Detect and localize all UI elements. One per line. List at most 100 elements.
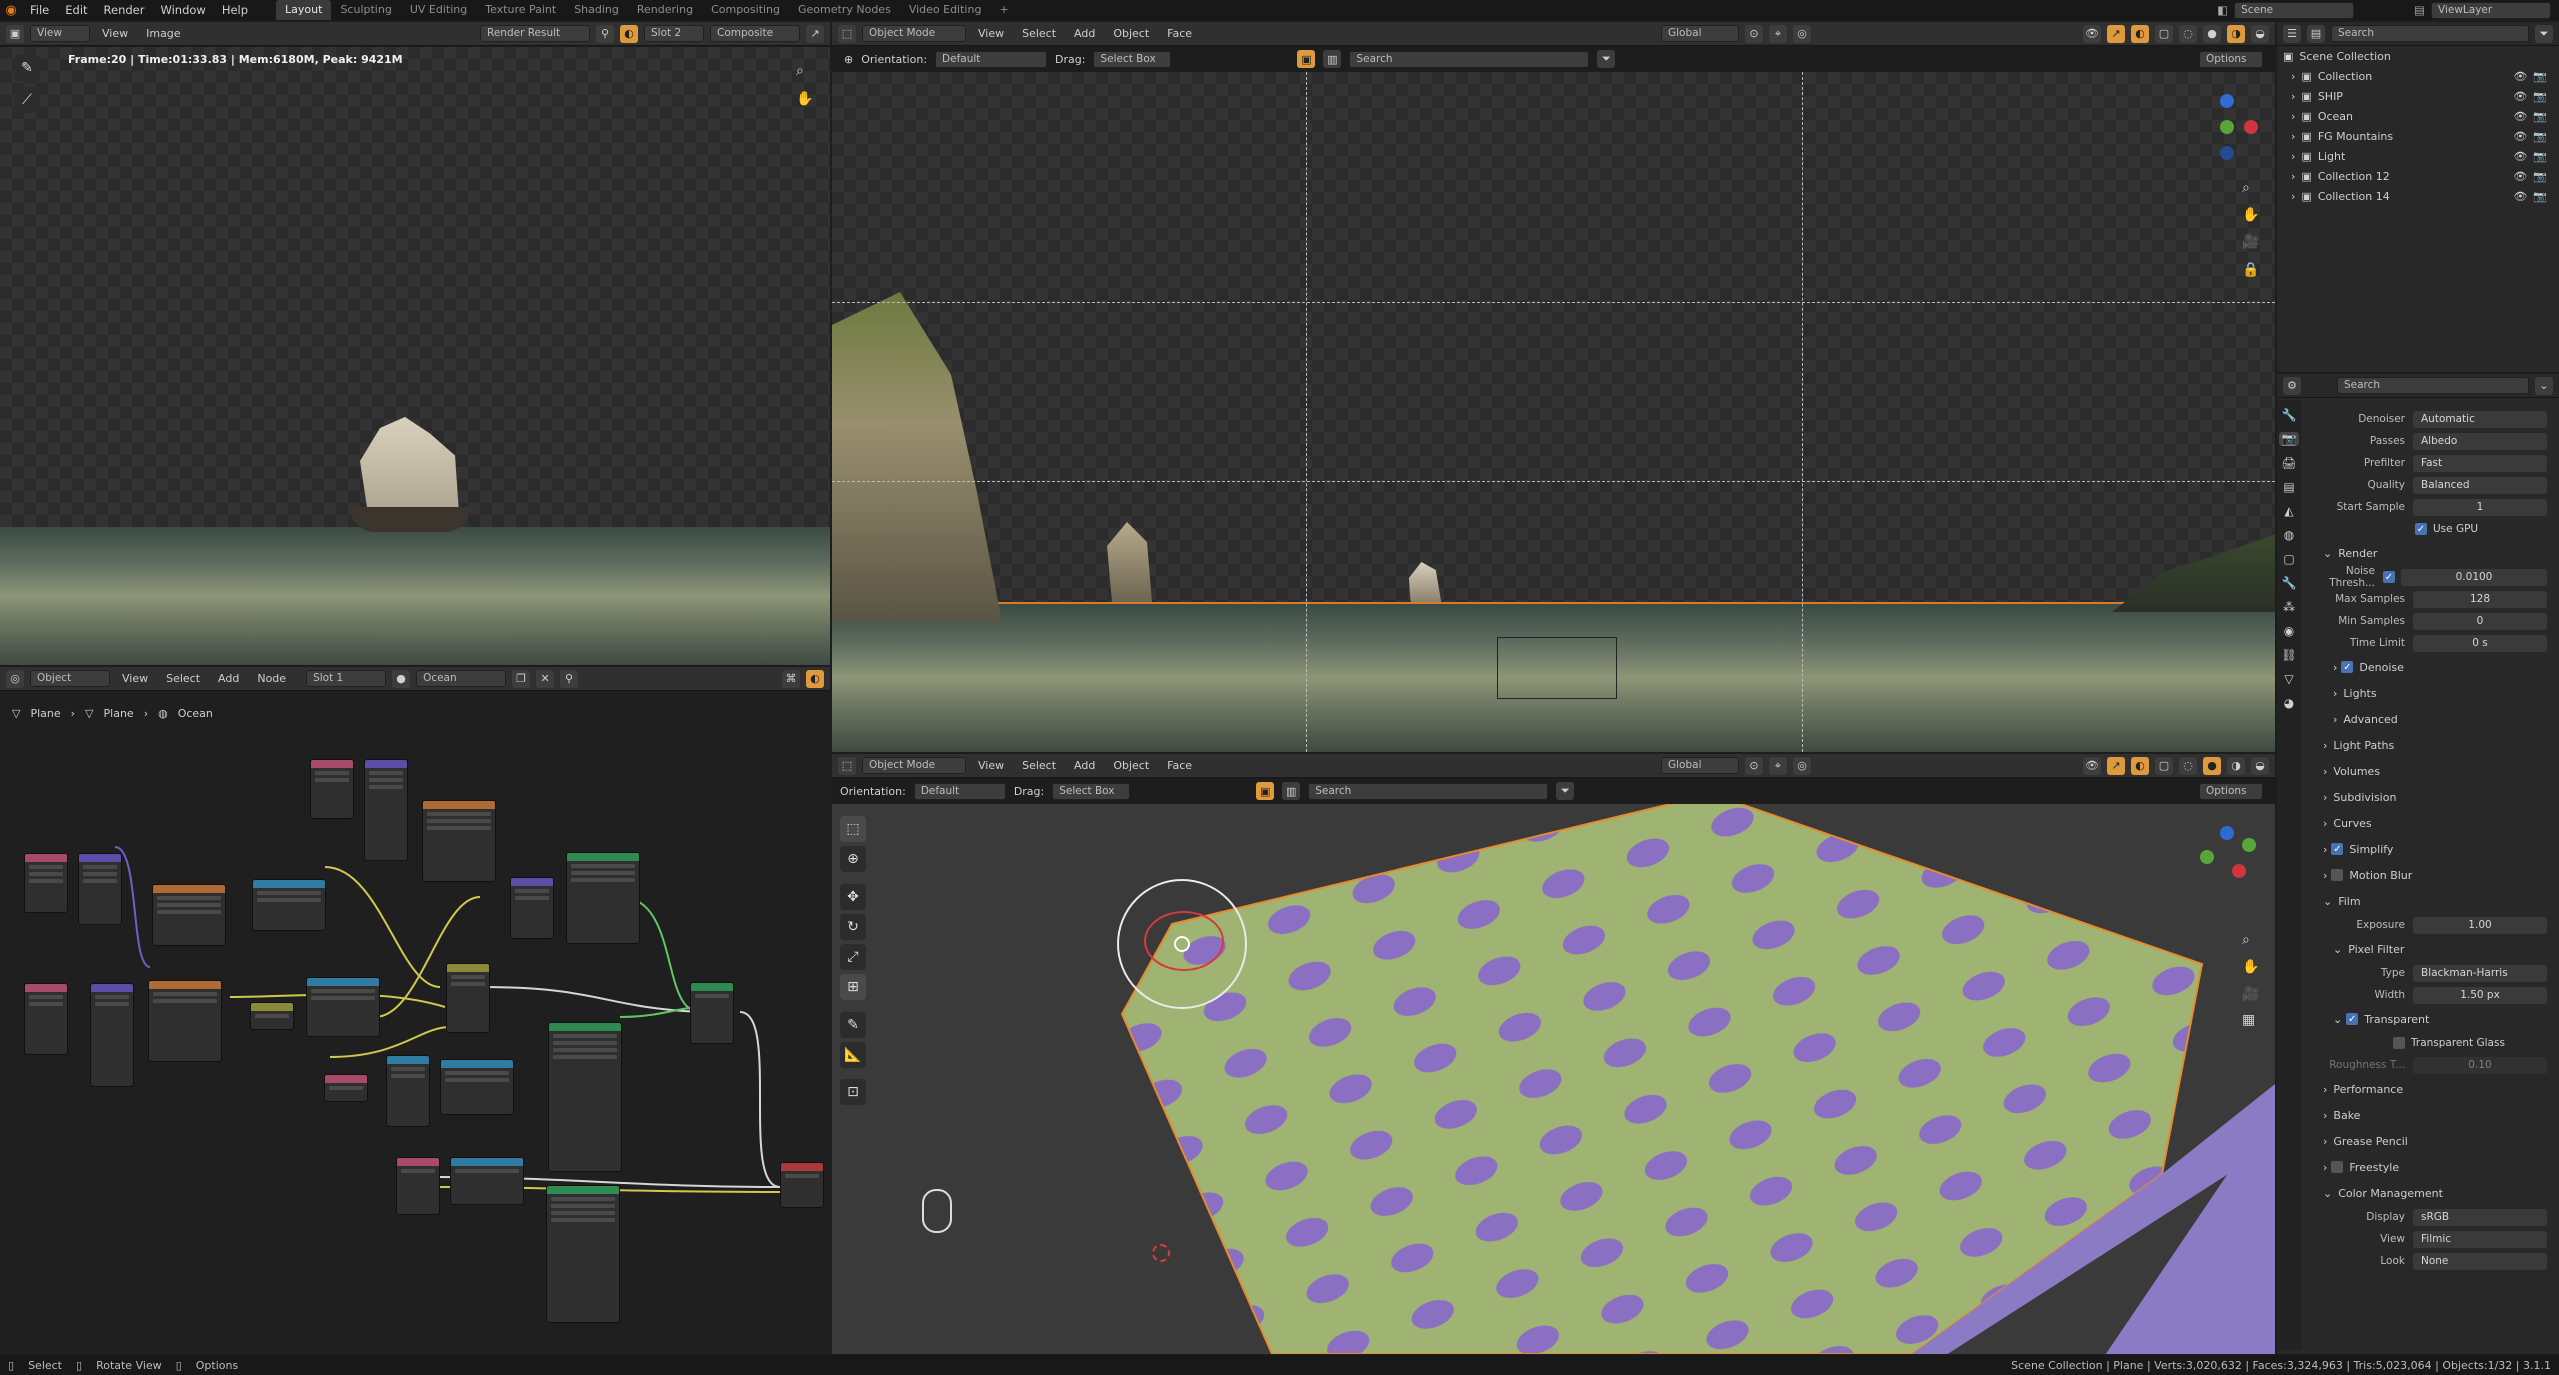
- passes-dropdown[interactable]: Albedo: [2413, 432, 2547, 450]
- transform-orientation[interactable]: Global: [1661, 757, 1739, 774]
- view-transform-dropdown[interactable]: Filmic: [2413, 1230, 2547, 1248]
- denoise-subpanel[interactable]: › ✓ Denoise: [2303, 654, 2559, 680]
- annotate-tool-icon[interactable]: ✎: [840, 1012, 866, 1038]
- selectability-icon[interactable]: ▣: [1297, 50, 1316, 68]
- camera-icon[interactable]: 📷: [2533, 150, 2547, 163]
- lock-camera-icon[interactable]: 🔒: [2242, 262, 2259, 278]
- scene-selector[interactable]: Scene: [2234, 1, 2355, 19]
- constraints-tab-icon[interactable]: ⛓: [2281, 648, 2296, 662]
- shader-node[interactable]: [364, 759, 408, 861]
- transform-gizmo[interactable]: [1117, 879, 1247, 1009]
- quality-dropdown[interactable]: Balanced: [2413, 476, 2547, 494]
- camera-icon[interactable]: 📷: [2533, 110, 2547, 123]
- workspace-tab-sculpting[interactable]: Sculpting: [331, 0, 400, 20]
- outliner-item-collection-14[interactable]: › ▣ Collection 14 👁 📷: [2277, 186, 2559, 206]
- scene-collection-row[interactable]: ▣ Scene Collection: [2277, 46, 2559, 66]
- eye-icon[interactable]: 👁: [2513, 170, 2527, 183]
- motion-blur-panel[interactable]: › Motion Blur: [2303, 862, 2559, 888]
- nav-gizmo[interactable]: [2192, 92, 2262, 162]
- outliner-item-light[interactable]: › ▣ Light 👁 📷: [2277, 146, 2559, 166]
- vp-menu-object[interactable]: Object: [1107, 27, 1155, 40]
- render-subpanel-header[interactable]: ⌄ Render: [2303, 540, 2559, 566]
- outliner-item-collection[interactable]: › ▣ Collection 👁 📷: [2277, 66, 2559, 86]
- shader-node[interactable]: [450, 1157, 524, 1205]
- noise-threshold-checkbox[interactable]: ✓: [2383, 571, 2395, 583]
- annotate-tool-icon[interactable]: ✎: [14, 55, 40, 81]
- modifier-tab-icon[interactable]: 🔧: [2282, 576, 2297, 590]
- visibility-icon[interactable]: 👁: [2083, 24, 2101, 43]
- wireframe-shading-icon[interactable]: ◌: [2179, 756, 2197, 775]
- eye-icon[interactable]: 👁: [2513, 70, 2527, 83]
- xray-icon[interactable]: ▢: [2155, 756, 2173, 775]
- scale-tool-icon[interactable]: ⤢: [840, 944, 866, 970]
- eye-icon[interactable]: 👁: [2513, 130, 2527, 143]
- image-view-mode[interactable]: View: [30, 25, 90, 42]
- options-dropdown[interactable]: Options: [2199, 50, 2263, 68]
- 3d-view-canvas[interactable]: ⬚ ⊕ ✥ ↻ ⤢ ⊞ ✎ 📐 ⊡ ⌕ ✋ 🎥 ▦: [832, 804, 2275, 1354]
- denoiser-dropdown[interactable]: Automatic: [2413, 410, 2547, 428]
- color-management-panel[interactable]: ⌄ Color Management: [2303, 1180, 2559, 1206]
- freestyle-panel[interactable]: › Freestyle: [2303, 1154, 2559, 1180]
- shader-node[interactable]: [24, 853, 68, 913]
- workspace-tab-texture-paint[interactable]: Texture Paint: [476, 0, 565, 20]
- world-tab-icon[interactable]: ◍: [2284, 528, 2294, 542]
- image-menu-image[interactable]: Image: [140, 27, 186, 40]
- transparent-glass-checkbox[interactable]: [2393, 1037, 2405, 1049]
- select-box-tool-icon[interactable]: ⬚: [840, 816, 866, 842]
- max-samples-field[interactable]: 128: [2413, 590, 2547, 608]
- shader-node[interactable]: [310, 759, 354, 819]
- transparent-checkbox[interactable]: ✓: [2346, 1013, 2359, 1025]
- workspace-tab-rendering[interactable]: Rendering: [628, 0, 702, 20]
- wireframe-shading-icon[interactable]: ◌: [2179, 24, 2197, 43]
- workspace-tab-shading[interactable]: Shading: [565, 0, 628, 20]
- view-layer-tab-icon[interactable]: ▤: [2283, 480, 2294, 494]
- camera-view-icon[interactable]: 🎥: [2242, 986, 2259, 1002]
- vp-menu-face[interactable]: Face: [1161, 27, 1198, 40]
- noise-threshold-field[interactable]: 0.0100: [2401, 568, 2547, 586]
- move-tool-icon[interactable]: ✥: [840, 884, 866, 910]
- lights-subpanel[interactable]: › Lights: [2303, 680, 2559, 706]
- drag-dropdown[interactable]: Select Box: [1093, 50, 1172, 68]
- xray-icon[interactable]: ▢: [2155, 24, 2173, 43]
- filter-icon[interactable]: ⏷: [2535, 24, 2553, 43]
- chevron-down-icon[interactable]: ⌄: [2535, 376, 2553, 395]
- orientation-dropdown[interactable]: Default: [935, 50, 1048, 68]
- vp-menu-select[interactable]: Select: [1016, 759, 1062, 772]
- shader-node[interactable]: [422, 800, 496, 882]
- filter-icon[interactable]: ▥: [1323, 50, 1342, 68]
- select-tool-icon[interactable]: ⊕: [844, 53, 853, 66]
- look-dropdown[interactable]: None: [2413, 1252, 2547, 1270]
- min-samples-field[interactable]: 0: [2413, 612, 2547, 630]
- light-paths-panel[interactable]: › Light Paths: [2303, 732, 2559, 758]
- solid-shading-icon[interactable]: ●: [2203, 24, 2221, 43]
- workspace-tab-compositing[interactable]: Compositing: [702, 0, 789, 20]
- rendered-shading-icon[interactable]: ◒: [2251, 756, 2269, 775]
- transform-tool-icon[interactable]: ⊞: [840, 974, 866, 1000]
- transparent-glass-row[interactable]: Transparent Glass: [2303, 1032, 2559, 1054]
- filter-icon[interactable]: ▥: [1282, 782, 1301, 800]
- shader-node[interactable]: [78, 853, 122, 925]
- zoom-icon[interactable]: ⌕: [796, 63, 804, 79]
- zoom-icon[interactable]: ⌕: [2242, 180, 2250, 196]
- add-workspace-button[interactable]: +: [990, 0, 1017, 20]
- denoise-checkbox[interactable]: ✓: [2341, 661, 2354, 673]
- motion-blur-checkbox[interactable]: [2331, 869, 2344, 881]
- orientation-dropdown[interactable]: Default: [913, 782, 1006, 800]
- workspace-tab-uv-editing[interactable]: UV Editing: [401, 0, 476, 20]
- editor-type-icon[interactable]: ⬚: [838, 756, 856, 775]
- volumes-panel[interactable]: › Volumes: [2303, 758, 2559, 784]
- editor-type-icon[interactable]: ☰: [2283, 24, 2301, 43]
- vp-menu-view[interactable]: View: [972, 759, 1010, 772]
- display-device-dropdown[interactable]: sRGB: [2413, 1208, 2547, 1226]
- shader-node[interactable]: [440, 1059, 514, 1115]
- display-channels-icon[interactable]: ◐: [620, 24, 638, 43]
- time-limit-field[interactable]: 0 s: [2413, 634, 2547, 652]
- menu-help[interactable]: Help: [214, 3, 256, 17]
- measure-tool-icon[interactable]: 📐: [840, 1042, 866, 1068]
- pixel-filter-subpanel[interactable]: ⌄ Pixel Filter: [2303, 936, 2559, 962]
- camera-view-canvas[interactable]: ⌕ ✋ 🎥 🔒: [832, 72, 2275, 752]
- render-tab-icon[interactable]: 📷: [2278, 432, 2300, 446]
- funnel-icon[interactable]: ⏷: [1556, 782, 1575, 800]
- vp-menu-view[interactable]: View: [972, 27, 1010, 40]
- menu-edit[interactable]: Edit: [57, 3, 95, 17]
